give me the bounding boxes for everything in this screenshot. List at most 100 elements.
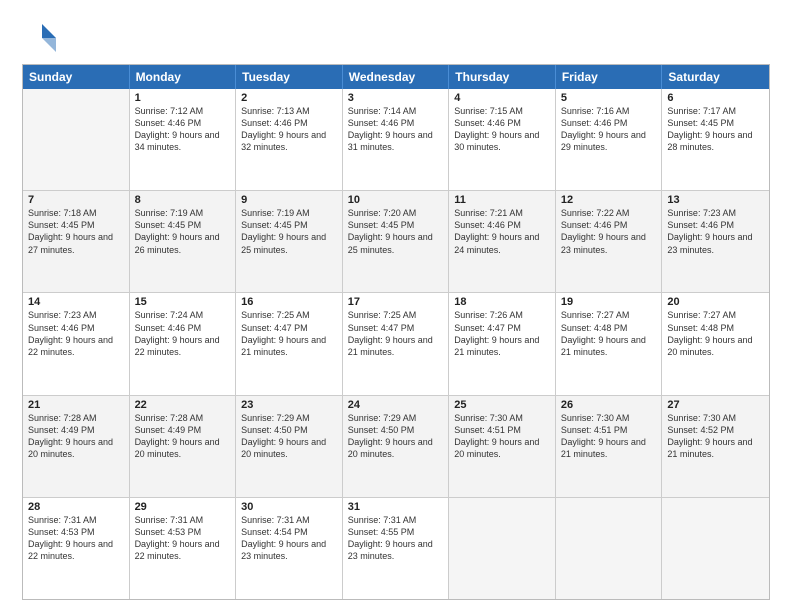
day-info: Sunrise: 7:26 AM Sunset: 4:47 PM Dayligh… — [454, 309, 550, 358]
day-info: Sunrise: 7:12 AM Sunset: 4:46 PM Dayligh… — [135, 105, 231, 154]
header-day-tuesday: Tuesday — [236, 65, 343, 89]
day-number: 30 — [241, 501, 337, 513]
day-info: Sunrise: 7:13 AM Sunset: 4:46 PM Dayligh… — [241, 105, 337, 154]
day-number: 11 — [454, 194, 550, 206]
day-info: Sunrise: 7:19 AM Sunset: 4:45 PM Dayligh… — [135, 207, 231, 256]
day-info: Sunrise: 7:27 AM Sunset: 4:48 PM Dayligh… — [667, 309, 764, 358]
day-info: Sunrise: 7:24 AM Sunset: 4:46 PM Dayligh… — [135, 309, 231, 358]
calendar-cell: 12Sunrise: 7:22 AM Sunset: 4:46 PM Dayli… — [556, 191, 663, 292]
day-number: 28 — [28, 501, 124, 513]
calendar-cell — [662, 498, 769, 599]
day-info: Sunrise: 7:27 AM Sunset: 4:48 PM Dayligh… — [561, 309, 657, 358]
calendar-cell: 9Sunrise: 7:19 AM Sunset: 4:45 PM Daylig… — [236, 191, 343, 292]
day-info: Sunrise: 7:21 AM Sunset: 4:46 PM Dayligh… — [454, 207, 550, 256]
calendar-cell: 25Sunrise: 7:30 AM Sunset: 4:51 PM Dayli… — [449, 396, 556, 497]
header-day-sunday: Sunday — [23, 65, 130, 89]
day-number: 3 — [348, 92, 444, 104]
day-info: Sunrise: 7:16 AM Sunset: 4:46 PM Dayligh… — [561, 105, 657, 154]
calendar-cell: 24Sunrise: 7:29 AM Sunset: 4:50 PM Dayli… — [343, 396, 450, 497]
day-info: Sunrise: 7:23 AM Sunset: 4:46 PM Dayligh… — [667, 207, 764, 256]
day-info: Sunrise: 7:31 AM Sunset: 4:53 PM Dayligh… — [28, 514, 124, 563]
page: SundayMondayTuesdayWednesdayThursdayFrid… — [0, 0, 792, 612]
day-number: 2 — [241, 92, 337, 104]
calendar-cell: 4Sunrise: 7:15 AM Sunset: 4:46 PM Daylig… — [449, 89, 556, 190]
calendar-cell — [449, 498, 556, 599]
calendar-cell: 23Sunrise: 7:29 AM Sunset: 4:50 PM Dayli… — [236, 396, 343, 497]
calendar-cell: 22Sunrise: 7:28 AM Sunset: 4:49 PM Dayli… — [130, 396, 237, 497]
day-info: Sunrise: 7:31 AM Sunset: 4:53 PM Dayligh… — [135, 514, 231, 563]
calendar-cell: 16Sunrise: 7:25 AM Sunset: 4:47 PM Dayli… — [236, 293, 343, 394]
day-number: 4 — [454, 92, 550, 104]
header — [22, 18, 770, 54]
day-number: 31 — [348, 501, 444, 513]
calendar-cell: 13Sunrise: 7:23 AM Sunset: 4:46 PM Dayli… — [662, 191, 769, 292]
day-info: Sunrise: 7:31 AM Sunset: 4:55 PM Dayligh… — [348, 514, 444, 563]
calendar-cell: 1Sunrise: 7:12 AM Sunset: 4:46 PM Daylig… — [130, 89, 237, 190]
day-info: Sunrise: 7:28 AM Sunset: 4:49 PM Dayligh… — [28, 412, 124, 461]
day-number: 21 — [28, 399, 124, 411]
day-info: Sunrise: 7:31 AM Sunset: 4:54 PM Dayligh… — [241, 514, 337, 563]
calendar-cell: 20Sunrise: 7:27 AM Sunset: 4:48 PM Dayli… — [662, 293, 769, 394]
calendar-row-4: 21Sunrise: 7:28 AM Sunset: 4:49 PM Dayli… — [23, 395, 769, 497]
day-number: 9 — [241, 194, 337, 206]
calendar-cell: 18Sunrise: 7:26 AM Sunset: 4:47 PM Dayli… — [449, 293, 556, 394]
calendar-cell: 8Sunrise: 7:19 AM Sunset: 4:45 PM Daylig… — [130, 191, 237, 292]
calendar-header: SundayMondayTuesdayWednesdayThursdayFrid… — [23, 65, 769, 89]
day-number: 29 — [135, 501, 231, 513]
day-number: 12 — [561, 194, 657, 206]
day-info: Sunrise: 7:20 AM Sunset: 4:45 PM Dayligh… — [348, 207, 444, 256]
day-number: 8 — [135, 194, 231, 206]
day-info: Sunrise: 7:17 AM Sunset: 4:45 PM Dayligh… — [667, 105, 764, 154]
day-number: 18 — [454, 296, 550, 308]
calendar-cell: 2Sunrise: 7:13 AM Sunset: 4:46 PM Daylig… — [236, 89, 343, 190]
day-number: 19 — [561, 296, 657, 308]
calendar-cell: 7Sunrise: 7:18 AM Sunset: 4:45 PM Daylig… — [23, 191, 130, 292]
calendar-cell: 28Sunrise: 7:31 AM Sunset: 4:53 PM Dayli… — [23, 498, 130, 599]
header-day-thursday: Thursday — [449, 65, 556, 89]
day-number: 6 — [667, 92, 764, 104]
day-number: 16 — [241, 296, 337, 308]
calendar-cell: 10Sunrise: 7:20 AM Sunset: 4:45 PM Dayli… — [343, 191, 450, 292]
logo — [22, 18, 62, 54]
calendar-cell: 14Sunrise: 7:23 AM Sunset: 4:46 PM Dayli… — [23, 293, 130, 394]
day-number: 7 — [28, 194, 124, 206]
day-number: 26 — [561, 399, 657, 411]
day-number: 22 — [135, 399, 231, 411]
calendar-body: 1Sunrise: 7:12 AM Sunset: 4:46 PM Daylig… — [23, 89, 769, 599]
calendar-cell — [23, 89, 130, 190]
calendar-cell: 5Sunrise: 7:16 AM Sunset: 4:46 PM Daylig… — [556, 89, 663, 190]
day-number: 27 — [667, 399, 764, 411]
calendar-row-2: 7Sunrise: 7:18 AM Sunset: 4:45 PM Daylig… — [23, 190, 769, 292]
calendar-cell: 26Sunrise: 7:30 AM Sunset: 4:51 PM Dayli… — [556, 396, 663, 497]
day-number: 1 — [135, 92, 231, 104]
calendar-cell: 3Sunrise: 7:14 AM Sunset: 4:46 PM Daylig… — [343, 89, 450, 190]
day-number: 17 — [348, 296, 444, 308]
header-day-saturday: Saturday — [662, 65, 769, 89]
calendar-cell: 31Sunrise: 7:31 AM Sunset: 4:55 PM Dayli… — [343, 498, 450, 599]
day-info: Sunrise: 7:15 AM Sunset: 4:46 PM Dayligh… — [454, 105, 550, 154]
calendar-row-1: 1Sunrise: 7:12 AM Sunset: 4:46 PM Daylig… — [23, 89, 769, 190]
calendar: SundayMondayTuesdayWednesdayThursdayFrid… — [22, 64, 770, 600]
day-number: 10 — [348, 194, 444, 206]
day-info: Sunrise: 7:14 AM Sunset: 4:46 PM Dayligh… — [348, 105, 444, 154]
header-day-wednesday: Wednesday — [343, 65, 450, 89]
calendar-cell: 27Sunrise: 7:30 AM Sunset: 4:52 PM Dayli… — [662, 396, 769, 497]
day-info: Sunrise: 7:30 AM Sunset: 4:51 PM Dayligh… — [561, 412, 657, 461]
logo-icon — [22, 18, 58, 54]
day-info: Sunrise: 7:18 AM Sunset: 4:45 PM Dayligh… — [28, 207, 124, 256]
day-number: 25 — [454, 399, 550, 411]
day-number: 14 — [28, 296, 124, 308]
day-number: 13 — [667, 194, 764, 206]
header-day-monday: Monday — [130, 65, 237, 89]
calendar-row-3: 14Sunrise: 7:23 AM Sunset: 4:46 PM Dayli… — [23, 292, 769, 394]
calendar-cell: 6Sunrise: 7:17 AM Sunset: 4:45 PM Daylig… — [662, 89, 769, 190]
calendar-cell: 11Sunrise: 7:21 AM Sunset: 4:46 PM Dayli… — [449, 191, 556, 292]
day-info: Sunrise: 7:30 AM Sunset: 4:52 PM Dayligh… — [667, 412, 764, 461]
day-number: 5 — [561, 92, 657, 104]
calendar-cell: 30Sunrise: 7:31 AM Sunset: 4:54 PM Dayli… — [236, 498, 343, 599]
calendar-cell: 15Sunrise: 7:24 AM Sunset: 4:46 PM Dayli… — [130, 293, 237, 394]
day-info: Sunrise: 7:25 AM Sunset: 4:47 PM Dayligh… — [348, 309, 444, 358]
header-day-friday: Friday — [556, 65, 663, 89]
day-info: Sunrise: 7:29 AM Sunset: 4:50 PM Dayligh… — [348, 412, 444, 461]
day-number: 24 — [348, 399, 444, 411]
